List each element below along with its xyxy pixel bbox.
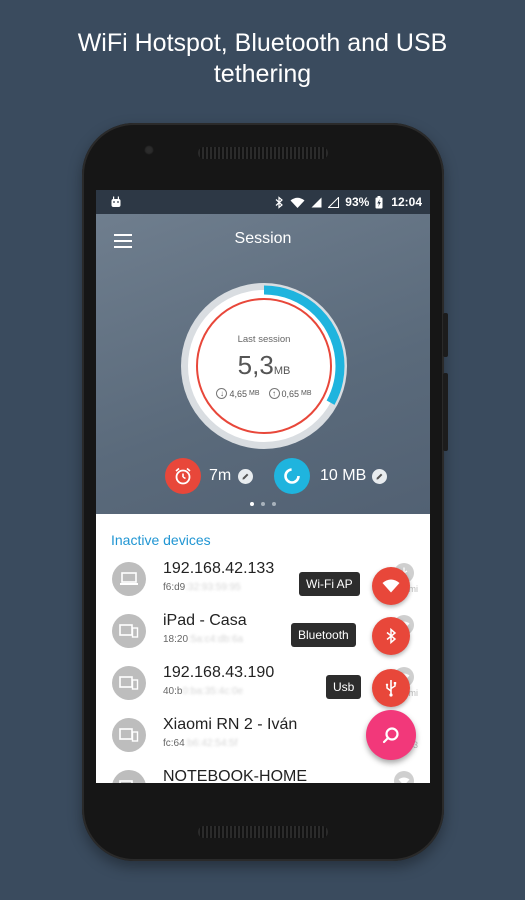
- device-mac-prefix: fc:64: [163, 738, 185, 749]
- tethering-icon: [382, 727, 399, 744]
- device-mac: 18:20:5a:c4:db:6a: [163, 634, 243, 645]
- gauge-label: Last session: [237, 334, 291, 345]
- bluetooth-icon: [386, 628, 397, 644]
- device-name: 192.168.42.133: [163, 560, 275, 577]
- usb-icon: [385, 680, 397, 697]
- hotspot-toggle-fab[interactable]: [366, 710, 416, 760]
- data-limit-value: 10 MB: [320, 467, 367, 484]
- devices-icon: [112, 666, 146, 700]
- device-mac: f6:d9:32:93:59:95: [163, 582, 241, 593]
- device-mac: fc:64:b6:42:54:5f: [163, 738, 238, 749]
- data-limit-button[interactable]: [274, 458, 310, 494]
- top-speaker: [198, 147, 328, 159]
- no-signal-icon: [328, 196, 340, 208]
- status-clock: 12:04: [391, 195, 422, 209]
- session-stats-row: 7m 10 MB: [96, 458, 430, 496]
- device-mac-hidden: :b6:42:54:5f: [184, 738, 238, 749]
- status-bar: 93% 12:04: [96, 190, 430, 214]
- bluetooth-button[interactable]: [372, 617, 410, 655]
- promo-headline-line2: tethering: [213, 60, 312, 88]
- gauge-value: 5,3MB: [180, 350, 348, 381]
- gauge-readout: Last session 5,3MB ↓ 4,65 MB ↑ 0,65 MB: [180, 282, 348, 450]
- device-name: 192.168.43.190: [163, 664, 275, 681]
- fab-label-wifi-ap[interactable]: Wi-Fi AP: [299, 572, 360, 596]
- download-value: 4,65: [229, 388, 247, 399]
- device-mac-prefix: f6:d9: [163, 582, 186, 593]
- bluetooth-icon: [274, 195, 284, 209]
- page-dot[interactable]: [272, 502, 276, 506]
- usb-button[interactable]: [372, 669, 410, 707]
- device-name: Xiaomi RN 2 - Iván: [163, 716, 298, 733]
- android-icon: [110, 196, 122, 208]
- device-mac-hidden: 0:ba:35:4c:0e: [182, 686, 244, 697]
- bottom-speaker: [198, 826, 328, 838]
- edit-timer-icon[interactable]: [238, 469, 253, 484]
- volume-button: [443, 313, 448, 357]
- front-camera: [144, 145, 154, 155]
- device-mac-hidden: :5a:c4:db:6a: [188, 634, 244, 645]
- devices-icon: [112, 770, 146, 783]
- wifi-icon: [382, 579, 400, 593]
- devices-icon: [112, 718, 146, 752]
- gauge-value-number: 5,3: [237, 350, 274, 380]
- gauge-value-unit: MB: [273, 365, 291, 377]
- timer-icon: [175, 467, 191, 485]
- page-indicator: [96, 502, 430, 506]
- gauge-traffic-breakdown: ↓ 4,65 MB ↑ 0,65 MB: [180, 388, 348, 399]
- promo-headline-line1: WiFi Hotspot, Bluetooth and USB: [77, 29, 448, 57]
- timer-value: 7m: [209, 467, 232, 484]
- app-screen: 93% 12:04 Session Last session 5,3MB ↓ 4…: [96, 190, 430, 783]
- page-dot[interactable]: [261, 502, 265, 506]
- page-dot[interactable]: [250, 502, 254, 506]
- signal-icon: [311, 197, 322, 208]
- device-mac-prefix: 18:20: [163, 634, 189, 645]
- devices-list: Inactive devices 192.168.42.133 f6:d9:32…: [96, 514, 430, 783]
- fab-label-bluetooth[interactable]: Bluetooth: [291, 623, 356, 647]
- page-title: Session: [234, 230, 292, 247]
- session-panel: Session Last session 5,3MB ↓ 4,65 MB ↑ 0,…: [96, 214, 430, 514]
- device-name: NOTEBOOK-HOME: [163, 768, 308, 783]
- laptop-icon: [112, 562, 146, 596]
- fab-label-usb[interactable]: Usb: [326, 675, 362, 699]
- device-mac: 40:b0:ba:35:4c:0e: [163, 686, 243, 697]
- promo-headline: WiFi Hotspot, Bluetooth and USB tetherin…: [0, 28, 525, 90]
- upload-unit: MB: [301, 390, 312, 397]
- battery-charging-icon: [375, 195, 383, 209]
- download-unit: MB: [249, 390, 260, 397]
- timer-button[interactable]: [165, 458, 201, 494]
- upload-value: 0,65: [281, 388, 300, 399]
- section-title-inactive-devices: Inactive devices: [111, 532, 211, 548]
- devices-icon: [112, 614, 146, 648]
- battery-percent: 93%: [345, 195, 370, 209]
- data-limit-icon: [284, 468, 300, 484]
- device-mac-hidden: :32:93:59:95: [185, 582, 241, 593]
- device-name: iPad - Casa: [163, 612, 247, 629]
- wifi-small-icon: [394, 771, 414, 783]
- device-mac-prefix: 40:b: [163, 686, 183, 697]
- wifi-ap-button[interactable]: [372, 567, 410, 605]
- edit-data-limit-icon[interactable]: [372, 469, 387, 484]
- device-row[interactable]: NOTEBOOK-HOME: [96, 763, 430, 783]
- power-button: [443, 373, 448, 451]
- upload-arrow-icon: ↑: [268, 388, 280, 399]
- wifi-icon: [290, 197, 305, 208]
- download-arrow-icon: ↓: [216, 388, 228, 399]
